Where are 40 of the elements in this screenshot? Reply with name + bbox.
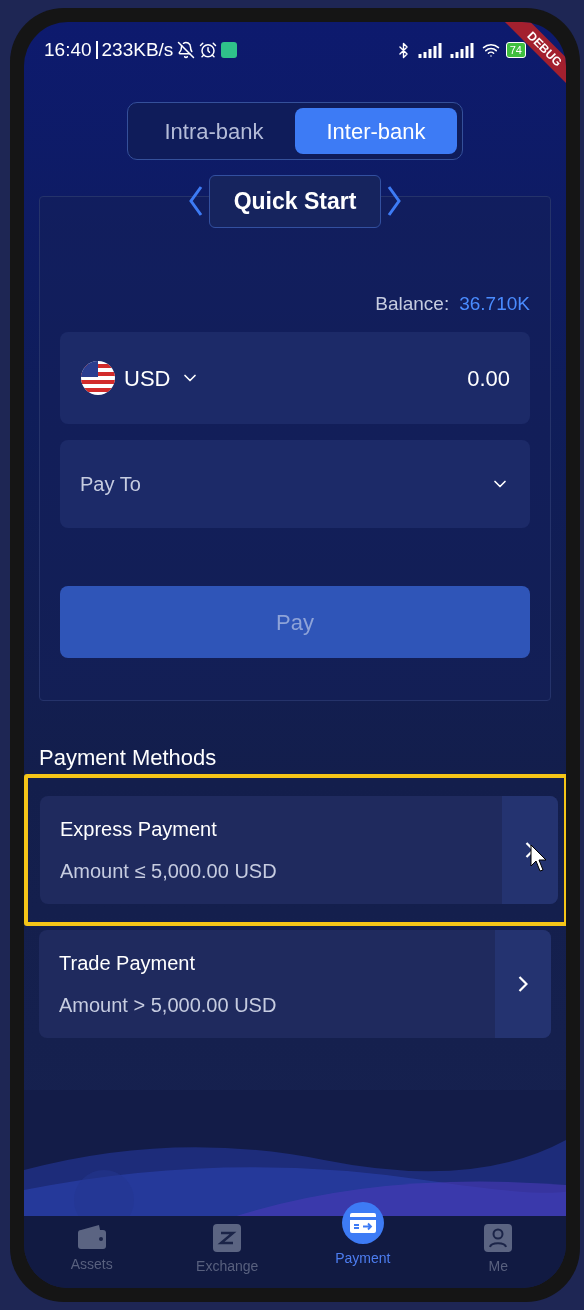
- nav-tab[interactable]: Me: [448, 1218, 549, 1277]
- pay-to-placeholder: Pay To: [80, 472, 141, 497]
- balance-value: 36.710K: [459, 291, 530, 316]
- method-title: Trade Payment: [59, 951, 196, 976]
- mouse-cursor-icon: [530, 844, 548, 872]
- nav-tab[interactable]: Exchange: [177, 1218, 278, 1277]
- alarm-icon: [199, 41, 218, 59]
- wallet-icon: [76, 1224, 107, 1250]
- method-subtitle: Amount > 5,000.00 USD: [59, 993, 277, 1018]
- method-subtitle: Amount ≤ 5,000.00 USD: [60, 859, 277, 884]
- payment-icon: [341, 1202, 384, 1244]
- battery-indicator: 74: [505, 42, 526, 58]
- bell-off-icon: [177, 41, 196, 59]
- quick-start-title: Quick Start: [208, 175, 382, 228]
- payment-method-card[interactable]: Trade Payment Amount > 5,000.00 USD: [39, 930, 551, 1038]
- currency-label: USD: [124, 364, 171, 393]
- chevron-right-icon: [387, 186, 402, 217]
- nav-tab[interactable]: Assets: [41, 1218, 142, 1275]
- section-title: Payment Methods: [39, 744, 218, 772]
- nav-tab[interactable]: Payment: [312, 1202, 413, 1269]
- network-speed: 233KB/s: [101, 37, 174, 62]
- pay-to-field[interactable]: Pay To: [60, 440, 530, 528]
- method-title: Express Payment: [60, 817, 218, 842]
- chevron-left-icon: [188, 186, 203, 217]
- signal-icon: [417, 42, 444, 58]
- person-icon: [484, 1224, 513, 1252]
- chevron-right-icon: [518, 976, 528, 992]
- amount-value: 0.00: [467, 364, 510, 393]
- wifi-icon: [481, 41, 500, 59]
- balance-label: Balance:: [375, 291, 450, 316]
- status-divider: [95, 41, 98, 59]
- segment-tab[interactable]: Inter-bank: [295, 108, 457, 154]
- shield-app-icon: [221, 42, 238, 58]
- exchange-icon: [213, 1224, 242, 1252]
- signal-icon: [449, 42, 476, 58]
- payment-method-card[interactable]: Express Payment Amount ≤ 5,000.00 USD: [40, 796, 558, 904]
- flag-icon: [80, 360, 116, 396]
- segment-tab[interactable]: Intra-bank: [133, 108, 295, 154]
- amount-field[interactable]: USD 0.00: [60, 332, 530, 424]
- status-time: 16:40: [44, 37, 92, 62]
